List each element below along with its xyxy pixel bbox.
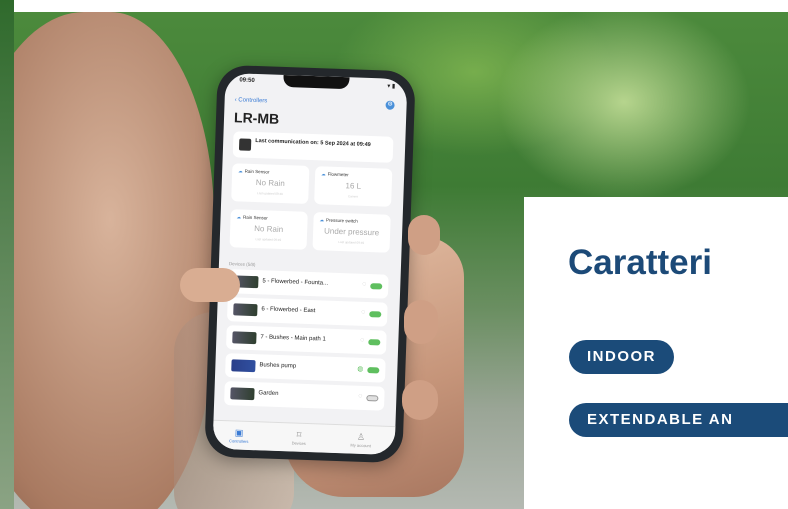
device-row[interactable]: Bushes pump ◍ (225, 353, 386, 383)
last-communication-card: Last communication on: 5 Sep 2024 at 09:… (232, 131, 394, 163)
sensor-value: 16 L (345, 181, 362, 191)
sensor-label: Flowmeter (321, 171, 349, 178)
devices-header: Devices (5/8) (228, 261, 256, 268)
device-row[interactable]: 7 - Bushes - Main path 1 ◌ (225, 325, 387, 355)
valve-icon (232, 331, 257, 345)
water-drop-icon: ◍ (357, 365, 364, 373)
device-name: 7 - Bushes - Main path 1 (260, 334, 326, 343)
pump-icon (231, 359, 256, 373)
sensor-card[interactable]: Flowmeter 16 L Current (314, 166, 393, 207)
finger (408, 215, 440, 255)
sensor-value: No Rain (254, 224, 284, 235)
controllers-icon: ▣ (234, 427, 244, 438)
sensor-sub: Last updated 09:49 (257, 191, 283, 197)
panel-heading: Caratteri (568, 243, 712, 282)
device-row[interactable]: Garden ◌ (224, 381, 385, 411)
smartphone: 09:50 ▾ ▮ ‹ Controllers ⚙ LR-MB Last com… (204, 64, 416, 464)
device-name: 5 - Flowerbed - Founta... (262, 278, 329, 287)
device-toggle[interactable] (370, 283, 383, 290)
top-edge-strip (14, 0, 788, 12)
tab-label: Controllers (229, 438, 249, 444)
device-toggle[interactable] (369, 311, 382, 318)
feature-badge-extendable: EXTENDABLE AN (569, 403, 788, 437)
feature-badge-indoor: INDOOR (569, 340, 674, 374)
sensor-card[interactable]: Pressure switch Under pressure Last upda… (312, 212, 391, 253)
settings-icon[interactable]: ⚙ (385, 100, 395, 110)
sensor-card[interactable]: Rain Sensor No Rain Last updated 09:49 (229, 209, 308, 250)
water-drop-icon: ◌ (360, 336, 365, 344)
last-communication-text: Last communication on: 5 Sep 2024 at 09:… (255, 138, 371, 149)
sensor-value: Under pressure (323, 226, 380, 238)
phone-screen: 09:50 ▾ ▮ ‹ Controllers ⚙ LR-MB Last com… (212, 72, 408, 456)
sensor-sub: Last updated 09:49 (338, 239, 365, 245)
sensor-sub: Last updated 09:49 (255, 237, 282, 242)
device-row[interactable]: 5 - Flowerbed - Founta... ◌ (227, 269, 389, 299)
water-drop-icon: ◌ (362, 280, 367, 288)
sensor-label: Rain Sensor (236, 214, 268, 221)
sensor-value: No Rain (255, 178, 285, 189)
water-drop-icon: ◌ (358, 392, 363, 400)
water-drop-icon: ◌ (361, 308, 366, 316)
back-button[interactable]: ‹ Controllers (235, 97, 268, 104)
tab-account[interactable]: ♙ My account (341, 431, 382, 448)
device-row[interactable]: 6 - Flowerbed - East ◌ (226, 297, 388, 327)
map-icon: ⌑ (296, 429, 302, 440)
finger (402, 380, 438, 420)
tab-bar: ▣ Controllers ⌑ Devices ♙ My account (212, 419, 396, 456)
back-label: Controllers (238, 97, 268, 105)
controller-title: LR-MB (233, 109, 280, 127)
device-toggle[interactable] (366, 395, 379, 402)
sensor-card[interactable]: Rain Sensor No Rain Last updated 09:49 (231, 163, 310, 204)
valve-icon (233, 303, 258, 317)
valve-icon (230, 387, 255, 401)
status-time: 09:50 (239, 77, 255, 84)
status-icons: ▾ ▮ (387, 83, 396, 90)
tab-label: Devices (291, 440, 306, 446)
tab-controllers[interactable]: ▣ Controllers (219, 427, 260, 444)
phone-notch (283, 74, 350, 90)
device-name: Garden (258, 390, 279, 397)
sensor-label: Rain Sensor (238, 168, 270, 175)
device-name: 6 - Flowerbed - East (261, 306, 316, 315)
tab-devices[interactable]: ⌑ Devices (279, 429, 320, 446)
device-toggle[interactable] (368, 339, 381, 346)
tab-label: My account (350, 442, 372, 449)
features-panel: Caratteri INDOOR EXTENDABLE AN (524, 197, 788, 509)
left-edge-strip (0, 0, 14, 509)
sensor-sub: Current (347, 194, 358, 199)
thumb (180, 268, 240, 302)
finger (404, 300, 438, 344)
device-name: Bushes pump (259, 362, 297, 370)
account-icon: ♙ (356, 431, 366, 443)
controller-icon (238, 138, 252, 151)
sensor-label: Pressure switch (319, 217, 358, 224)
device-toggle[interactable] (367, 367, 380, 374)
